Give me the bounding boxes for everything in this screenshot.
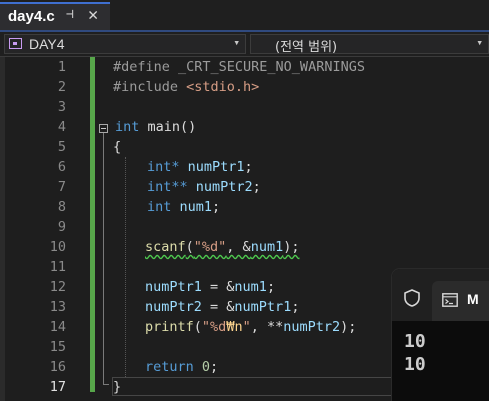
include-header: <stdio.h>	[186, 79, 260, 95]
line-number: 13	[49, 299, 66, 315]
line-number: 11	[49, 259, 66, 275]
operator: = &	[201, 299, 235, 315]
punctuation: );	[340, 319, 357, 335]
variable: numPtr1	[179, 159, 245, 175]
tab-day4-c[interactable]: day4.c ⊣ ✕	[0, 2, 110, 30]
code-line-14: printf("%d₩n", **numPtr2);	[145, 319, 356, 335]
number-literal: 0	[193, 359, 211, 375]
code-line-13: numPtr2 = &numPtr1;	[145, 299, 299, 315]
line-number: 3	[57, 99, 66, 115]
variable: num1	[250, 239, 284, 255]
tab-title: day4.c	[8, 8, 55, 25]
project-dropdown[interactable]: DAY4 ▾	[4, 34, 246, 54]
punctuation: , &	[226, 239, 251, 255]
operator: = &	[201, 279, 235, 295]
document-tab-bar: day4.c ⊣ ✕	[0, 0, 489, 30]
operator: , **	[250, 319, 284, 335]
pin-icon[interactable]: ⊣	[66, 7, 74, 22]
change-tracking-bar	[90, 57, 95, 392]
code-line-4: int main()	[115, 119, 196, 135]
string-literal: "%d	[201, 319, 227, 335]
output-line: 10	[404, 354, 426, 375]
code-line-7: int** numPtr2;	[147, 179, 261, 195]
punctuation: (	[193, 319, 202, 335]
terminal-tab-label: M	[467, 291, 479, 307]
scope-label: (전역 범위)	[275, 40, 338, 55]
punctuation: ;	[212, 199, 221, 215]
code-line-6: int* numPtr1;	[147, 159, 253, 175]
code-line-10: scanf("%d", &num1);	[145, 239, 299, 255]
collapse-icon[interactable]	[99, 124, 108, 133]
variable: numPtr2	[145, 299, 202, 315]
fold-guide-end	[103, 384, 109, 385]
code-line-12: numPtr1 = &num1;	[145, 279, 275, 295]
variable: numPtr1	[234, 299, 292, 315]
line-number: 9	[57, 219, 66, 235]
punctuation: (	[185, 239, 194, 255]
line-number: 15	[49, 339, 66, 355]
line-number: 5	[57, 139, 66, 155]
line-number: 14	[49, 319, 66, 335]
string-literal: "%d"	[193, 239, 227, 255]
escape-sequence: ₩n	[226, 319, 243, 335]
line-number: 1	[57, 59, 66, 75]
terminal-window[interactable]: M 10 10	[392, 269, 489, 401]
string-literal: "	[242, 319, 251, 335]
output-line: 10	[404, 331, 426, 352]
chevron-down-icon: ▾	[476, 36, 483, 49]
scope-dropdown[interactable]: (전역 범위) ▾	[250, 34, 489, 55]
line-number: 2	[57, 79, 66, 95]
line-number: 8	[57, 199, 66, 215]
punctuation: ;	[244, 159, 253, 175]
project-icon	[9, 38, 22, 49]
glyph-margin	[0, 57, 5, 401]
terminal-titlebar: M	[392, 269, 489, 321]
project-name: DAY4	[29, 36, 65, 52]
type-keyword: int	[115, 119, 140, 135]
include-directive: #include	[113, 79, 187, 95]
punctuation: ;	[291, 299, 300, 315]
punctuation: );	[283, 239, 300, 255]
indent-guide	[125, 157, 126, 377]
line-number: 16	[49, 359, 66, 375]
function-call: printf	[145, 319, 194, 335]
variable: num1	[171, 199, 213, 215]
code-line-16: return 0;	[145, 359, 218, 375]
terminal-icon	[442, 293, 458, 307]
variable: num1	[234, 279, 267, 295]
code-line-1: #define _CRT_SECURE_NO_WARNINGS	[113, 59, 365, 75]
type-keyword: int	[147, 199, 172, 215]
type-keyword: int*	[147, 159, 180, 175]
fold-guide	[103, 133, 104, 384]
code-line-2: #include <stdio.h>	[113, 79, 259, 95]
type-keyword: int**	[147, 179, 188, 195]
navigation-bar: DAY4 ▾ (전역 범위) ▾	[0, 32, 489, 57]
code-line-8: int num1;	[147, 199, 220, 215]
return-keyword: return	[145, 359, 194, 375]
current-line-number: 17	[49, 379, 66, 395]
line-number: 6	[57, 159, 66, 175]
variable: numPtr1	[145, 279, 202, 295]
line-number: 10	[49, 239, 66, 255]
line-number: 4	[57, 119, 66, 135]
code-line-5: {	[113, 139, 122, 155]
variable: numPtr2	[187, 179, 253, 195]
shield-icon	[404, 289, 420, 307]
punctuation: ;	[252, 179, 261, 195]
variable: numPtr2	[283, 319, 341, 335]
punctuation: ;	[266, 279, 276, 295]
terminal-tab[interactable]: M	[432, 281, 489, 321]
line-number: 7	[57, 179, 66, 195]
line-number: 12	[49, 279, 66, 295]
function-signature: main()	[139, 119, 197, 135]
punctuation: ;	[210, 359, 219, 375]
chevron-down-icon: ▾	[233, 36, 240, 49]
close-icon[interactable]: ✕	[88, 5, 98, 25]
code-line-17: }	[113, 379, 122, 395]
function-call: scanf	[145, 239, 186, 255]
